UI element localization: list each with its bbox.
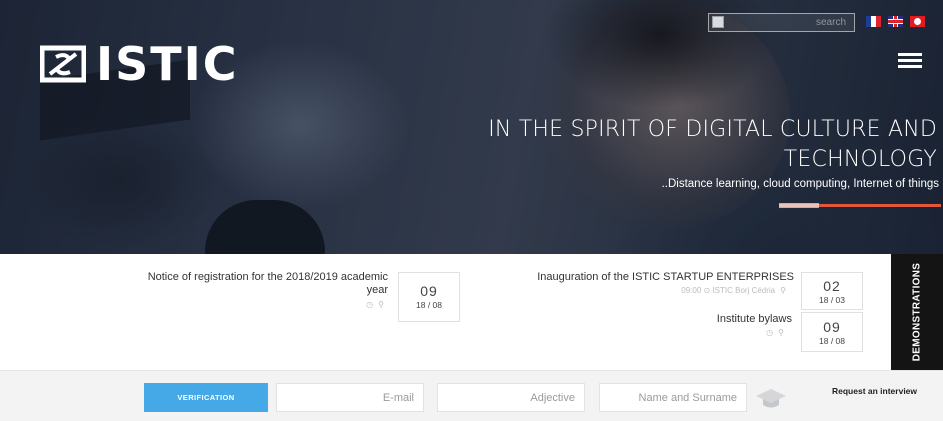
page: ISTIC search IN THE SPIRIT OF DIGITAL CU… (0, 0, 943, 421)
hero-title: IN THE SPIRIT OF DIGITAL CULTURE AND TEC… (297, 115, 937, 175)
interview-form: VERIFICATION E-mail Adjective Name and S… (0, 370, 943, 421)
verification-button[interactable]: VERIFICATION (144, 383, 268, 412)
logo[interactable]: ISTIC (40, 37, 239, 91)
language-switcher (866, 16, 925, 27)
clock-icon: ◷ (766, 328, 774, 337)
news-meta-text: 09:00 ⊙ ISTIC Borj Cédria (681, 286, 776, 295)
date-month: 18 / 08 (819, 336, 845, 346)
logo-text: ISTIC (96, 37, 239, 91)
demonstrations-tab[interactable]: DEMONSTRATIONS (891, 254, 943, 370)
news-title-line: Inauguration of the ISTIC STARTUP ENTERP… (537, 271, 794, 283)
adjective-field[interactable]: Adjective (437, 383, 585, 412)
request-interview-link[interactable]: Request an interview (832, 386, 917, 396)
hero-banner: ISTIC search IN THE SPIRIT OF DIGITAL CU… (0, 0, 943, 254)
date-day: 09 (420, 283, 438, 299)
date-badge: 09 18 / 08 (801, 312, 863, 352)
clock-icon: ◷ (366, 300, 374, 309)
news-item-title[interactable]: Institute bylaws (600, 313, 792, 326)
location-pin-icon: ⚲ (778, 328, 784, 337)
demonstrations-label-wrap: DEMONSTRATIONS (891, 254, 943, 370)
news-title-line: Notice of registration for the 2018/2019… (147, 271, 388, 283)
news-meta: ◷ ⚲ (300, 300, 384, 309)
news-title-line: Institute bylaws (716, 313, 792, 325)
date-badge: 02 18 / 03 (801, 272, 863, 310)
broken-image-icon (712, 16, 724, 28)
date-month: 18 / 03 (819, 295, 845, 305)
location-pin-icon: ⚲ (780, 286, 786, 295)
news-item-title[interactable]: Notice of registration for the 2018/2019… (80, 271, 388, 297)
date-day: 02 (823, 278, 841, 294)
name-field[interactable]: Name and Surname (599, 383, 747, 412)
slider-progress-marker (779, 203, 819, 208)
date-day: 09 (823, 319, 841, 335)
graduation-cap-icon (756, 389, 786, 408)
email-field[interactable]: E-mail (276, 383, 424, 412)
hamburger-icon[interactable] (898, 53, 922, 69)
demonstrations-label: DEMONSTRATIONS (911, 262, 923, 362)
search-placeholder: search (815, 17, 846, 28)
news-title-line: year (366, 284, 388, 296)
news-meta: ◷ ⚲ (700, 328, 784, 337)
hero-subtitle: ..Distance learning, cloud computing, In… (661, 178, 939, 190)
news-item-title[interactable]: Inauguration of the ISTIC STARTUP ENTERP… (488, 271, 794, 284)
date-badge: 09 18 / 08 (398, 272, 460, 322)
french-flag-icon[interactable] (866, 16, 881, 27)
logo-mark-icon (40, 45, 86, 83)
hero-title-line-2: TECHNOLOGY (783, 147, 937, 172)
location-pin-icon: ⚲ (378, 300, 384, 309)
search-input[interactable]: search (708, 13, 855, 32)
date-month: 18 / 08 (416, 300, 442, 310)
hero-title-line-1: IN THE SPIRIT OF DIGITAL CULTURE AND (488, 117, 937, 142)
uk-flag-icon[interactable] (888, 16, 903, 27)
news-meta: 09:00 ⊙ ISTIC Borj Cédria ⚲ (560, 286, 786, 295)
tunisia-flag-icon[interactable] (910, 16, 925, 27)
news-section: Notice of registration for the 2018/2019… (0, 254, 943, 370)
